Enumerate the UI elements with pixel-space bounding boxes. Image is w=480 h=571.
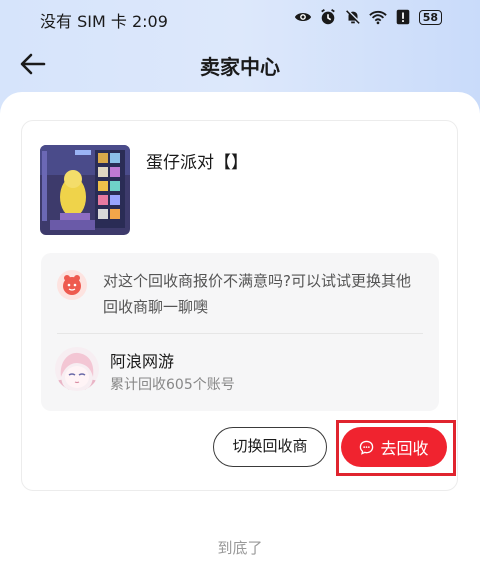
eye-icon bbox=[294, 12, 311, 22]
recycler-stats: 累计回收605个账号 bbox=[110, 377, 235, 393]
divider bbox=[57, 333, 423, 334]
status-bar: 没有 SIM 卡 2:09 58 bbox=[0, 0, 480, 36]
page-title: 卖家中心 bbox=[200, 55, 280, 79]
go-recycle-button[interactable]: 去回收 bbox=[341, 427, 447, 467]
mute-bell-icon bbox=[345, 9, 361, 24]
status-carrier-time: 没有 SIM 卡 2:09 bbox=[40, 12, 168, 31]
product-title[interactable]: 蛋仔派对【】 bbox=[146, 148, 248, 173]
recycler-name: 阿浪网游 bbox=[110, 352, 175, 371]
alert-icon bbox=[396, 9, 409, 25]
alarm-icon bbox=[320, 9, 335, 25]
switch-recycler-button[interactable]: 切换回收商 bbox=[213, 427, 327, 467]
go-recycle-label: 去回收 bbox=[380, 439, 429, 458]
end-of-list-text: 到底了 bbox=[217, 539, 263, 557]
tip-text: 对这个回收商报价不满意吗?可以试试更换其他回收商聊一聊噢 bbox=[103, 272, 411, 316]
nav-bar: 卖家中心 bbox=[0, 40, 480, 88]
avatar[interactable] bbox=[55, 347, 99, 391]
wifi-icon bbox=[368, 10, 387, 25]
product-thumbnail[interactable] bbox=[40, 145, 130, 235]
status-icons: 58 bbox=[294, 8, 442, 26]
chat-bubble-icon bbox=[360, 440, 374, 455]
battery-icon: 58 bbox=[418, 9, 442, 25]
mascot-icon bbox=[57, 270, 87, 300]
